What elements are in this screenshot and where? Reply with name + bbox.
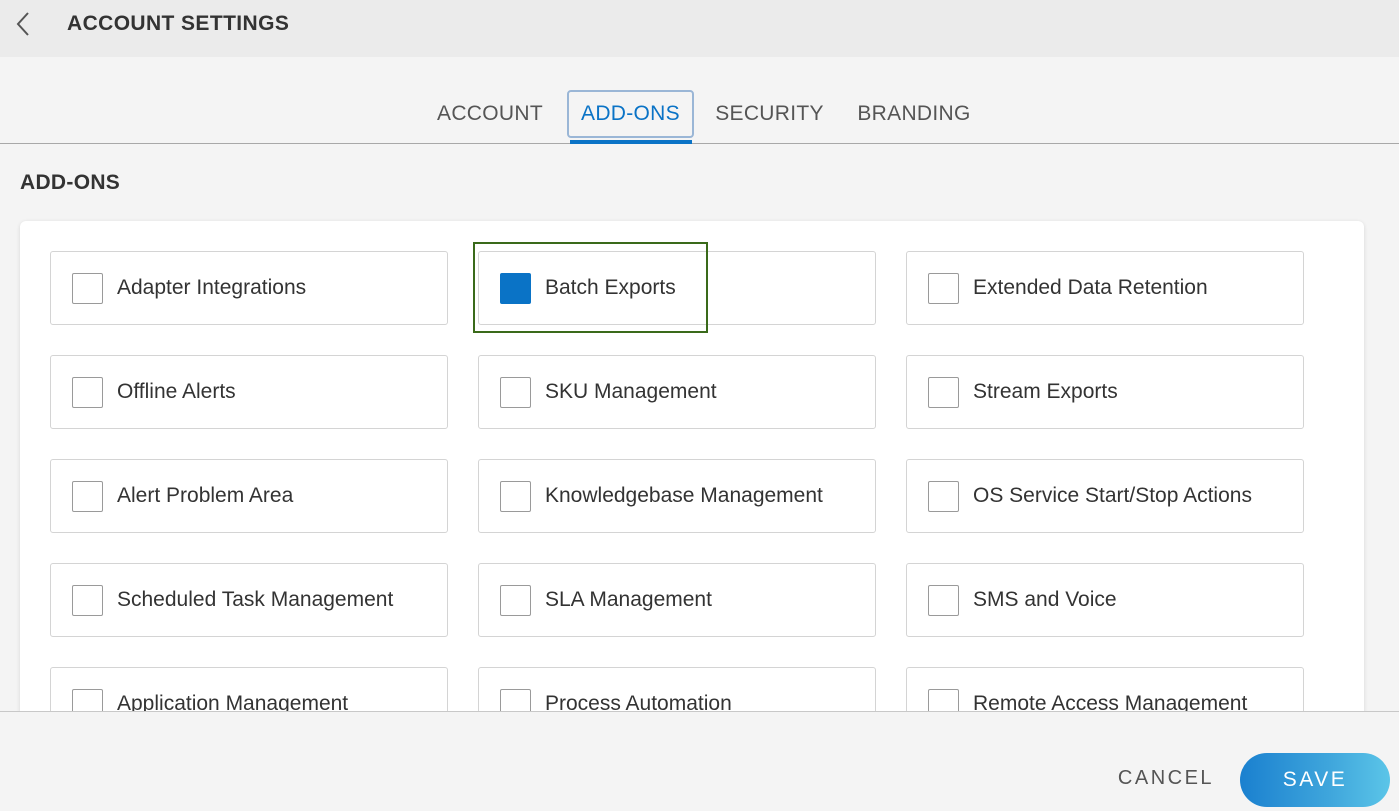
tab-bar: ACCOUNT ADD-ONS SECURITY BRANDING: [0, 57, 1399, 144]
checkbox[interactable]: [72, 585, 103, 616]
addon-card-os-service-start-stop-actions[interactable]: OS Service Start/Stop Actions: [906, 459, 1304, 533]
addon-label: Batch Exports: [545, 276, 676, 299]
addon-label: Alert Problem Area: [117, 484, 294, 507]
page-header: ACCOUNT SETTINGS: [0, 0, 1399, 57]
addon-label: Scheduled Task Management: [117, 588, 394, 611]
addon-card-sku-management[interactable]: SKU Management: [478, 355, 876, 429]
checkbox[interactable]: [72, 273, 103, 304]
tab-account[interactable]: ACCOUNT: [431, 90, 549, 138]
page-title: ACCOUNT SETTINGS: [67, 12, 290, 35]
checkbox[interactable]: [500, 377, 531, 408]
checkbox[interactable]: [500, 585, 531, 616]
active-tab-indicator: [570, 140, 692, 144]
addon-card-knowledgebase-management[interactable]: Knowledgebase Management: [478, 459, 876, 533]
tab-security[interactable]: SECURITY: [712, 90, 827, 138]
addon-card-extended-data-retention[interactable]: Extended Data Retention: [906, 251, 1304, 325]
addon-label: Extended Data Retention: [973, 276, 1208, 299]
addon-card-scheduled-task-management[interactable]: Scheduled Task Management: [50, 563, 448, 637]
addon-card-alert-problem-area[interactable]: Alert Problem Area: [50, 459, 448, 533]
checkbox[interactable]: [928, 585, 959, 616]
addon-label: Knowledgebase Management: [545, 484, 823, 507]
addon-card-adapter-integrations[interactable]: Adapter Integrations: [50, 251, 448, 325]
addon-label: Offline Alerts: [117, 380, 236, 403]
addon-card-sms-and-voice[interactable]: SMS and Voice: [906, 563, 1304, 637]
addon-label: SLA Management: [545, 588, 712, 611]
addon-card-sla-management[interactable]: SLA Management: [478, 563, 876, 637]
footer-bar: CANCEL SAVE: [0, 711, 1399, 811]
addon-label: SMS and Voice: [973, 588, 1117, 611]
addon-card-offline-alerts[interactable]: Offline Alerts: [50, 355, 448, 429]
addon-label: Adapter Integrations: [117, 276, 307, 299]
cancel-button[interactable]: CANCEL: [1110, 762, 1222, 794]
addon-label: SKU Management: [545, 380, 717, 403]
addon-card-stream-exports[interactable]: Stream Exports: [906, 355, 1304, 429]
add-ons-panel: Adapter Integrations Batch Exports Exten…: [20, 221, 1364, 721]
save-button[interactable]: SAVE: [1240, 753, 1390, 807]
section-title: ADD-ONS: [20, 171, 121, 194]
checkbox[interactable]: [72, 377, 103, 408]
addon-label: OS Service Start/Stop Actions: [973, 484, 1252, 507]
chevron-left-icon: [16, 12, 29, 36]
tab-add-ons[interactable]: ADD-ONS: [567, 90, 694, 138]
checkbox[interactable]: [928, 481, 959, 512]
checkbox[interactable]: [928, 273, 959, 304]
addon-label: Stream Exports: [973, 380, 1118, 403]
checkbox-checked[interactable]: [500, 273, 531, 304]
tab-branding[interactable]: BRANDING: [848, 90, 980, 138]
checkbox[interactable]: [500, 481, 531, 512]
checkbox[interactable]: [928, 377, 959, 408]
addon-card-batch-exports[interactable]: Batch Exports: [478, 251, 876, 325]
back-button[interactable]: [10, 10, 38, 38]
checkbox[interactable]: [72, 481, 103, 512]
